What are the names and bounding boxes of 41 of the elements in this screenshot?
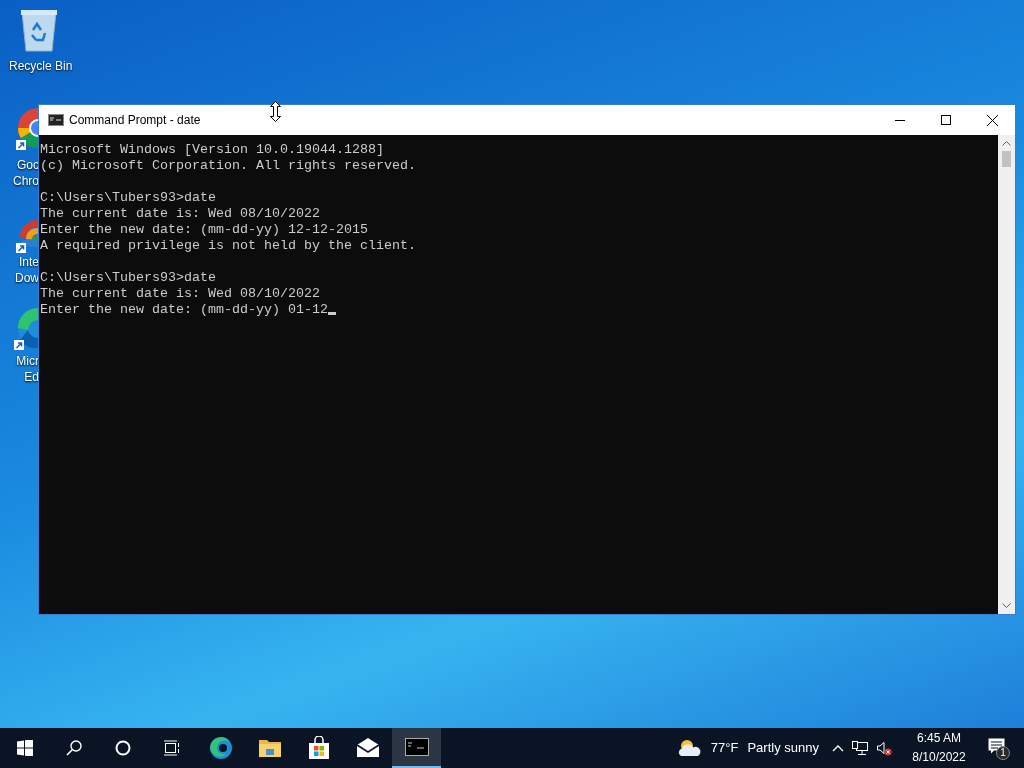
console-line: The current date is: Wed 08/10/2022 xyxy=(40,286,320,301)
edge-icon xyxy=(208,736,233,760)
scroll-down-icon[interactable] xyxy=(1002,603,1011,609)
desktop-icon-label[interactable]: Recycle Bin xyxy=(9,58,73,74)
search-icon xyxy=(65,740,82,756)
console-icon xyxy=(48,114,64,126)
console-line: Microsoft Windows [Version 10.0.19044.1288] xyxy=(40,142,384,157)
notification-count: 1 xyxy=(996,746,1010,760)
console-line: Enter the new date: (mm-dd-yy) 12-12-2015 xyxy=(40,222,368,237)
volume-muted-icon[interactable] xyxy=(876,740,892,756)
desktop-icon-label[interactable]: Micr Ed xyxy=(16,353,39,385)
console-line: C:\Users\Tubers93>date xyxy=(40,190,216,205)
console-line: (c) Microsoft Corporation. All rights reserved. xyxy=(40,158,416,173)
network-icon[interactable] xyxy=(852,740,869,756)
console-line: A required privilege is not held by the client. xyxy=(40,238,416,253)
clock-date[interactable]: 8/10/2022 xyxy=(912,748,966,767)
close-icon xyxy=(986,114,998,126)
partly-sunny-icon[interactable] xyxy=(676,738,703,758)
taskbar-button[interactable] xyxy=(392,728,441,768)
maximize-icon xyxy=(941,115,951,125)
text-cursor xyxy=(327,312,336,315)
scroll-up-icon[interactable] xyxy=(1002,140,1011,146)
task-view-icon xyxy=(163,740,180,756)
circle-icon xyxy=(114,740,131,756)
envelope-icon xyxy=(355,736,380,760)
scrollbar[interactable] xyxy=(998,135,1015,614)
temperature-text[interactable]: 77°F xyxy=(710,738,739,758)
clock-time[interactable]: 6:45 AM xyxy=(917,729,961,748)
desktop-icon-label[interactable]: Goc Chro xyxy=(13,157,39,189)
weather-text[interactable]: Partly sunny xyxy=(747,738,819,758)
desktop-icon-label[interactable]: Inte Dow xyxy=(15,254,39,286)
console-icon xyxy=(404,738,429,756)
scroll-thumb[interactable] xyxy=(1002,151,1011,167)
console-line: Enter the new date: (mm-dd-yy) 01-12 xyxy=(40,302,328,317)
window-title: Command Prompt - date xyxy=(69,112,201,129)
windows-start-icon xyxy=(16,740,33,756)
console-line: C:\Users\Tubers93>date xyxy=(40,270,216,285)
console-line: The current date is: Wed 08/10/2022 xyxy=(40,206,320,221)
chevron-up-icon[interactable] xyxy=(832,744,844,752)
shopping-bag-icon xyxy=(306,736,331,760)
clock[interactable]: 6:45 AM 8/10/2022 xyxy=(904,729,974,767)
